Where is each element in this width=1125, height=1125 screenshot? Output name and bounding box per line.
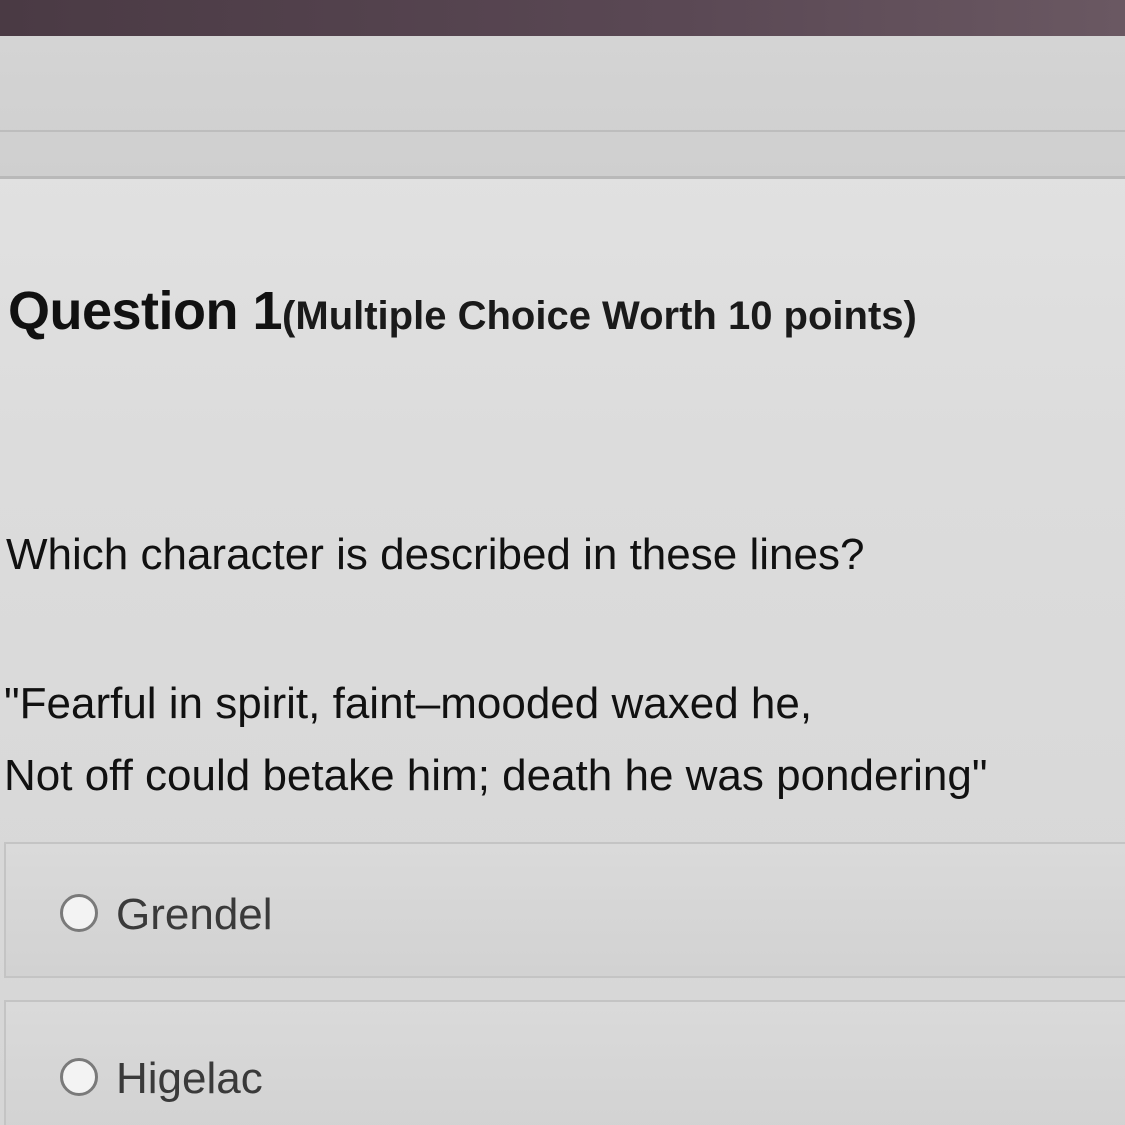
question-quote: "Fearful in spirit, faint–mooded waxed h… <box>4 668 987 812</box>
question-number: Question 1 <box>8 281 283 341</box>
radio-button[interactable] <box>60 894 98 932</box>
quiz-page: Question 1(Multiple Choice Worth 10 poin… <box>0 0 1125 1125</box>
question-prompt: Which character is described in these li… <box>6 530 865 579</box>
answer-option-grendel[interactable]: Grendel <box>4 842 1125 978</box>
header-band <box>0 36 1125 179</box>
radio-button[interactable] <box>60 1058 98 1096</box>
header-divider <box>0 130 1125 132</box>
answer-option-higelac[interactable]: Higelac <box>4 1000 1125 1125</box>
window-top-bar <box>0 0 1125 36</box>
quote-line: "Fearful in spirit, faint–mooded waxed h… <box>4 679 813 728</box>
question-heading: Question 1(Multiple Choice Worth 10 poin… <box>8 280 917 342</box>
answer-option-label: Higelac <box>116 1054 263 1103</box>
answer-option-label: Grendel <box>116 890 273 939</box>
question-meta: (Multiple Choice Worth 10 points) <box>282 294 917 338</box>
quote-line: Not off could betake him; death he was p… <box>4 751 988 800</box>
